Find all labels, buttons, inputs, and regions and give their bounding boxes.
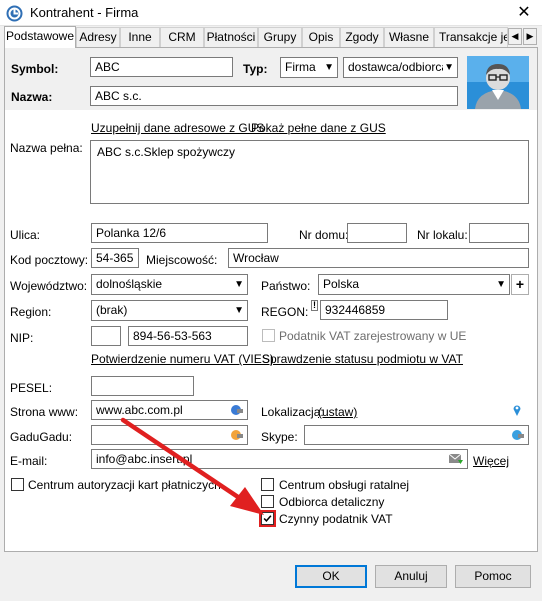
nr-lokalu-label: Nr lokalu: (417, 228, 468, 242)
miejscowosc-input[interactable]: Wrocław (228, 248, 529, 268)
skype-icon[interactable] (511, 429, 525, 441)
wiecej-link[interactable]: Więcej (473, 454, 509, 468)
vat-ue-checkbox[interactable] (262, 329, 275, 342)
gadugadu-input[interactable] (91, 425, 248, 445)
chevron-down-icon: ▼ (324, 62, 334, 73)
typ-select[interactable]: Firma ▼ (280, 57, 338, 78)
nazwa-pelna-textarea[interactable]: ABC s.c.Sklep spożywczy (90, 140, 529, 204)
vat-status-link[interactable]: Sprawdzenie statusu podmiotu w VAT (262, 352, 463, 366)
skype-label: Skype: (261, 430, 298, 444)
open-link-icon[interactable] (230, 404, 244, 416)
miejscowosc-label: Miejscowość: (146, 253, 218, 267)
location-pin-icon[interactable] (513, 404, 521, 416)
tab-transakcje[interactable]: Transakcje jedn (434, 27, 508, 47)
wojewodztwo-value: dolnośląskie (96, 277, 163, 291)
gus-fill-link[interactable]: Uzupełnij dane adresowe z GUS (91, 121, 264, 135)
tab-grupy[interactable]: Grupy (258, 27, 302, 47)
www-label: Strona www: (10, 405, 79, 419)
tab-inne[interactable]: Inne (120, 27, 160, 47)
nip-label: NIP: (10, 331, 34, 345)
czynny-vat-checkbox[interactable] (261, 512, 274, 525)
app-icon (6, 5, 23, 22)
close-icon[interactable]: ✕ (514, 3, 534, 23)
region-select[interactable]: (brak) ▼ (91, 300, 248, 321)
add-country-button[interactable]: + (511, 274, 529, 295)
vat-ue-label: Podatnik VAT zarejestrowany w UE (279, 329, 467, 343)
regon-input[interactable]: 932446859 (320, 300, 448, 320)
typ-value: Firma (285, 60, 316, 74)
ulica-label: Ulica: (10, 228, 41, 242)
tab-adresy[interactable]: Adresy (76, 27, 120, 47)
kod-pocztowy-input[interactable]: 54-365 (91, 248, 139, 268)
email-label: E-mail: (10, 454, 48, 468)
ok-button[interactable]: OK (295, 565, 367, 588)
send-mail-icon[interactable] (449, 453, 463, 465)
tab-opis[interactable]: Opis (302, 27, 340, 47)
avatar[interactable] (467, 56, 529, 109)
nip-input[interactable]: 894-56-53-563 (128, 326, 248, 346)
ulica-input[interactable]: Polanka 12/6 (91, 223, 268, 243)
tab-crm[interactable]: CRM (160, 27, 204, 47)
wojewodztwo-select[interactable]: dolnośląskie ▼ (91, 274, 248, 295)
nr-domu-input[interactable] (347, 223, 407, 243)
region-label: Region: (10, 305, 52, 319)
typ2-select[interactable]: dostawca/odbiorca ▼ (343, 57, 458, 78)
odbiorca-detaliczny-checkbox[interactable] (261, 495, 274, 508)
symbol-input[interactable]: ABC (90, 57, 233, 77)
pesel-label: PESEL: (10, 381, 53, 395)
tab-platnosci[interactable]: Płatności (204, 27, 258, 47)
lokalizacja-label: Lokalizacja: (261, 405, 324, 419)
centrum-autoryzacji-label: Centrum autoryzacji kart płatniczych (28, 478, 221, 492)
gadugadu-icon[interactable] (230, 429, 244, 441)
www-input[interactable]: www.abc.com.pl (91, 400, 248, 420)
panstwo-label: Państwo: (261, 279, 311, 293)
chevron-down-icon: ▼ (443, 58, 454, 77)
tab-wlasne[interactable]: Własne (384, 27, 434, 47)
symbol-label: Symbol: (11, 62, 59, 76)
nazwa-pelna-label: Nazwa pełna: (10, 141, 83, 155)
kod-pocztowy-label: Kod pocztowy: (10, 253, 89, 267)
centrum-ratalne-checkbox[interactable] (261, 478, 274, 491)
region-value: (brak) (96, 303, 128, 317)
gus-show-link[interactable]: Pokaż pełne dane z GUS (251, 121, 386, 135)
nazwa-label: Nazwa: (11, 90, 53, 104)
centrum-autoryzacji-checkbox[interactable] (11, 478, 24, 491)
tab-scroll-right-icon[interactable]: ▶ (523, 28, 537, 45)
tab-scroll-left-icon[interactable]: ◀ (508, 28, 522, 45)
wojewodztwo-label: Województwo: (10, 279, 88, 293)
typ2-value: dostawca/odbiorca (348, 60, 449, 74)
email-input[interactable]: info@abc.insert.pl (91, 449, 468, 469)
centrum-ratalne-label: Centrum obsługi ratalnej (279, 478, 410, 492)
skype-input[interactable] (304, 425, 529, 445)
tab-strip: Podstawowe Adresy Inne CRM Płatności Gru… (4, 26, 538, 48)
window-title: Kontrahent - Firma (30, 5, 139, 20)
chevron-down-icon: ▼ (234, 279, 244, 290)
nr-domu-label: Nr domu: (299, 228, 349, 242)
cancel-button[interactable]: Anuluj (375, 565, 447, 588)
nazwa-input[interactable]: ABC s.c. (90, 86, 458, 106)
regon-warning-icon[interactable]: ! (311, 300, 318, 311)
ustaw-link[interactable]: (ustaw) (318, 405, 357, 419)
vat-vies-link[interactable]: Potwierdzenie numeru VAT (VIES) (91, 352, 274, 366)
chevron-down-icon: ▼ (234, 305, 244, 316)
gadugadu-label: GaduGadu: (10, 430, 73, 444)
panstwo-value: Polska (323, 277, 360, 291)
help-button[interactable]: Pomoc (455, 565, 531, 588)
regon-label: REGON: (261, 305, 309, 319)
chevron-down-icon: ▼ (496, 279, 506, 290)
nip-prefix-input[interactable] (91, 326, 121, 346)
tab-zgody[interactable]: Zgody (340, 27, 384, 47)
typ-label: Typ: (243, 62, 268, 76)
nr-lokalu-input[interactable] (469, 223, 529, 243)
czynny-vat-label: Czynny podatnik VAT (279, 512, 393, 526)
panstwo-select[interactable]: Polska ▼ (318, 274, 510, 295)
pesel-input[interactable] (91, 376, 194, 396)
odbiorca-detaliczny-label: Odbiorca detaliczny (279, 495, 385, 509)
tab-podstawowe[interactable]: Podstawowe (4, 26, 76, 48)
